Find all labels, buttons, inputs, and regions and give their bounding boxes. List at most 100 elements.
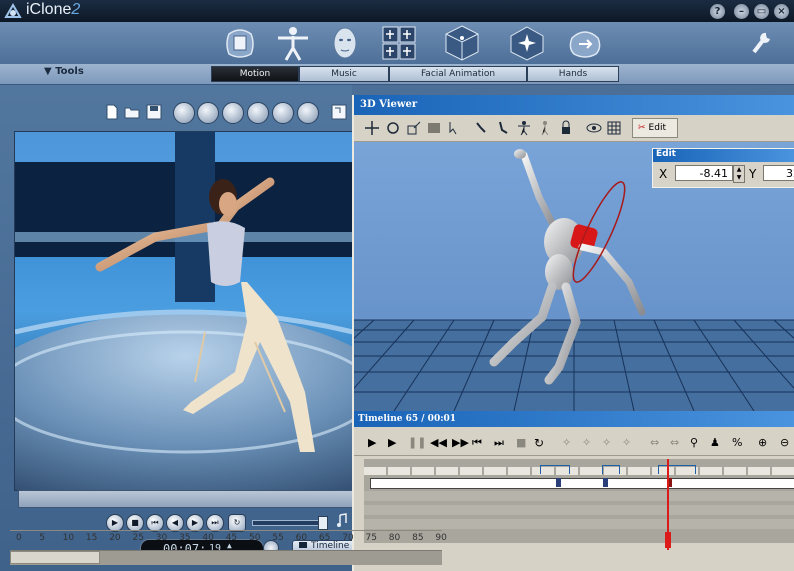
actor-icon[interactable] [274,24,312,62]
move-button[interactable] [222,102,244,124]
motion-clip[interactable] [540,465,570,474]
ruler-tick-label: 85 [412,533,424,543]
ruler-tick-label: 45 [225,533,238,543]
tl-track-icon[interactable]: ⚲ [690,436,704,450]
export-icon[interactable] [566,24,604,62]
help-button[interactable]: ? [710,4,725,19]
save-icon[interactable] [146,104,162,120]
keyframe-marker[interactable] [556,478,561,487]
wrench-icon[interactable] [750,30,774,56]
ruler-tick-label: 15 [85,533,98,543]
chevron-down-icon: ▼ [44,66,52,77]
volume-slider-handle[interactable] [318,516,328,530]
ruler-tick-label: 50 [249,533,261,543]
timeline-ruler[interactable]: 0 5 10 15 20 25 30 35 40 45 50 55 60 65 70 75 80 85 90 [10,530,447,548]
move-tool-icon[interactable] [364,120,380,136]
tl-play-icon[interactable]: ▶ [368,436,382,450]
tl-transition-icon[interactable]: ⇔ [650,436,664,450]
y-value-input[interactable]: 32 [763,165,794,181]
ruler-tick-label: 30 [155,533,168,543]
ruler-tick-label: 65 [318,533,331,543]
project-icon[interactable] [221,24,259,62]
motion-clip[interactable] [602,465,620,474]
tl-end-icon[interactable]: ⏭ [494,436,508,450]
camera-button[interactable] [297,102,319,124]
ruler-tick-label: 70 [342,533,354,543]
grid-icon[interactable] [606,120,622,136]
tl-key-paste-icon[interactable]: ✧ [622,436,636,450]
camera-view-icon[interactable] [426,120,442,136]
open-folder-icon[interactable] [124,104,140,120]
edit-button[interactable]: ✂ Edit [632,118,678,138]
track-row [364,491,794,501]
x-spinner[interactable]: ▲ ▼ [733,165,745,183]
tl-key-copy-icon[interactable]: ✧ [602,436,616,450]
tl-blend-icon[interactable]: ⇔ [670,436,684,450]
tl-forward-icon[interactable]: ▶▶ [452,436,469,450]
ruler-tick-label: 60 [295,533,308,543]
fullscreen-icon[interactable] [331,104,347,120]
ik-hand-icon[interactable] [473,120,489,136]
viewer-toolbar: ✂ Edit [354,115,794,142]
zoom-in-icon[interactable]: ⊕ [758,436,772,450]
scene-scrollbar[interactable] [18,490,354,508]
viewer-title: 3D Viewer [354,95,794,115]
timeline-scrollbar[interactable] [10,550,442,565]
eye-icon[interactable] [586,120,602,136]
tab-music[interactable]: Music [299,66,389,82]
iclone-logo-icon [4,3,22,18]
motion-clip[interactable] [658,465,696,474]
zoom-out-icon[interactable]: ⊖ [780,436,794,450]
select-tool-icon[interactable] [446,120,462,136]
tab-hands[interactable]: Hands [527,66,619,82]
maximize-button[interactable]: ▭ [754,4,769,19]
tools-menu-button[interactable]: ▼ Tools [44,66,84,82]
body-pose-icon[interactable] [516,120,532,136]
ruler-tick-label: 10 [62,533,75,543]
tl-actor-icon[interactable]: ♟ [710,436,724,450]
scale-button[interactable] [272,102,294,124]
tl-key-remove-icon[interactable]: ✧ [582,436,596,450]
new-file-icon[interactable] [104,104,120,120]
motion-track[interactable] [364,467,794,475]
x-value-input[interactable]: -8.41 [675,165,733,181]
scale-tool-icon[interactable] [406,120,422,136]
tab-facial-animation[interactable]: Facial Animation [389,66,527,82]
face-icon[interactable] [326,24,364,62]
key-track[interactable] [370,478,794,489]
home-button[interactable] [173,102,195,124]
lock-icon[interactable] [558,120,574,136]
down-arrow-button[interactable] [197,102,219,124]
tab-motion[interactable]: Motion [211,66,299,82]
rotate-tool-icon[interactable] [385,120,401,136]
playhead-handle[interactable] [665,532,671,548]
tl-start-icon[interactable]: ⏮ [472,436,486,450]
scrollbar-thumb[interactable] [10,551,100,564]
tl-play-selection-icon[interactable]: ▶ [388,436,402,450]
tl-rewind-icon[interactable]: ◀◀ [430,436,447,450]
scene-preview[interactable] [14,131,354,491]
tl-settings-icon[interactable]: % [732,436,746,450]
mode-toolbar [0,22,794,65]
tl-loop-icon[interactable]: ↻ [534,436,548,450]
edit-panel-title: Edit [653,149,794,162]
volume-slider[interactable] [252,520,328,526]
tl-key-add-icon[interactable]: ✧ [562,436,576,450]
minimize-button[interactable]: – [734,4,749,19]
fx-icon[interactable] [508,24,546,62]
ruler-tick-label: 0 [16,533,22,543]
ruler-tick-label: 25 [132,533,144,543]
body-reset-icon[interactable] [537,120,553,136]
tl-stop-icon[interactable]: ■ [516,436,530,450]
title-bar: iClone2 ? – ▭ × [0,0,794,23]
ruler-tick-label: 55 [272,533,284,543]
close-button[interactable]: × [774,4,789,19]
ik-foot-icon[interactable] [494,120,510,136]
motion-icon[interactable] [380,24,418,62]
y-label: Y [749,167,757,181]
stage-icon[interactable] [443,24,481,62]
keyframe-marker[interactable] [603,478,608,487]
rotate-button[interactable] [247,102,269,124]
scissors-icon: ✂ [638,123,646,133]
tl-pause-icon[interactable]: ❚❚ [408,436,426,450]
